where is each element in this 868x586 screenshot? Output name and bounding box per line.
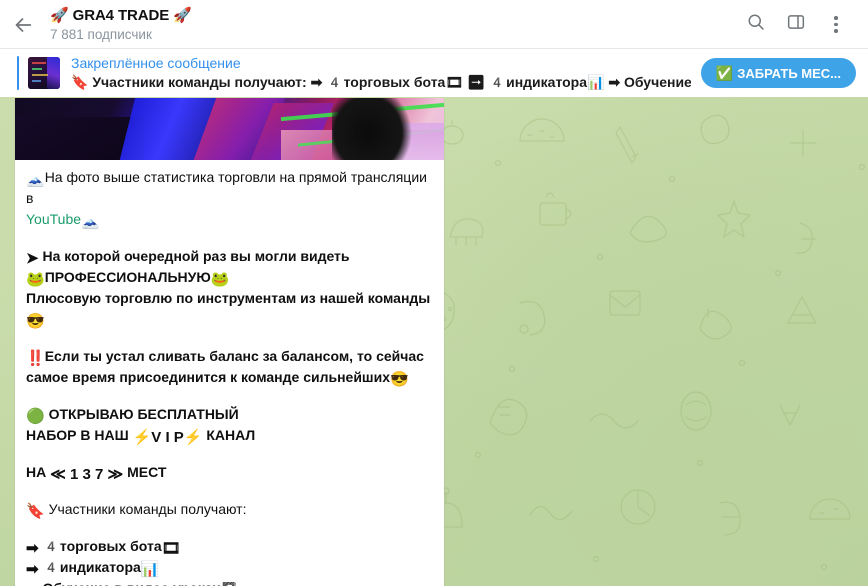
- green-circle-icon: 🟢: [26, 408, 45, 425]
- mountain-icon: 🗻: [81, 213, 100, 230]
- pinned-preview-emoji: 🔖: [71, 74, 93, 90]
- line-text: НА: [26, 464, 51, 480]
- pinned-thumbnail[interactable]: [28, 57, 60, 89]
- film-frames-icon: 🎞: [161, 540, 181, 557]
- sidebar-toggle-button[interactable]: [776, 5, 816, 45]
- message-line: 🐸ПРОФЕССИОНАЛЬНУЮ🐸: [26, 267, 433, 288]
- list-item: ➡ 4️торговых бота🎞: [26, 536, 433, 557]
- back-button[interactable]: [0, 0, 46, 49]
- lightning-icon: ⚡: [183, 429, 203, 446]
- message-line: YouTube🗻: [26, 209, 433, 230]
- line-text: Плюсовую торговлю по инструментам из наш…: [26, 290, 431, 306]
- message-line: НА ≪ 1 3 7 ≫ МЕСТ: [26, 462, 433, 483]
- message-line: ➤ На которой очередной раз вы могли виде…: [26, 246, 433, 267]
- message-paragraph-3: ‼️Если ты устал сливать баланс за баланс…: [26, 346, 433, 388]
- line-text: НАБОР В НАШ: [26, 427, 133, 443]
- chat-title-block[interactable]: 🚀 GRA4 TRADE 🚀 7 881 подписчик: [46, 6, 736, 43]
- chat-message-area: 🗻На фото выше статистика торговли на пря…: [0, 97, 868, 586]
- pinned-message-label: Закреплённое сообщение: [71, 55, 241, 71]
- bookmark-icon: 🔖: [26, 503, 45, 520]
- page-title: 🚀 GRA4 TRADE 🚀: [50, 7, 192, 24]
- message-line: ‼️Если ты устал сливать баланс за баланс…: [26, 346, 433, 367]
- more-menu-button[interactable]: [816, 5, 856, 45]
- list-item: ➡ 4️индикатора📊: [26, 557, 433, 578]
- search-icon: [746, 12, 766, 37]
- telegram-chat-window: 🚀 GRA4 TRADE 🚀 7 881 подписчик Закреплён…: [0, 0, 868, 586]
- message-line: самое время присоединится к команде силь…: [26, 367, 433, 388]
- pepe-frog-icon: 🐸: [26, 271, 45, 288]
- message-line: 🗻На фото выше статистика торговли на пря…: [26, 167, 433, 209]
- claim-button[interactable]: ✅ ЗАБРАТЬ МЕС...: [700, 58, 856, 88]
- line-text: На которой очередной раз вы могли видеть: [42, 248, 350, 264]
- header-divider: [0, 48, 868, 49]
- line-text: КАНАЛ: [202, 427, 256, 443]
- mountain-icon: 🗻: [26, 171, 45, 188]
- bar-chart-icon: 📊: [140, 561, 160, 578]
- message-paragraph-5: НА ≪ 1 3 7 ≫ МЕСТ: [26, 462, 433, 483]
- search-button[interactable]: [736, 5, 776, 45]
- message-line: НАБОР В НАШ ⚡ V I P ⚡ КАНАЛ: [26, 425, 433, 446]
- line-text: МЕСТ: [123, 464, 167, 480]
- arrow-left-icon: [12, 14, 34, 36]
- pepe-frog-icon: 🐸: [210, 271, 230, 288]
- list-item-label: 4️торговых бота: [42, 538, 162, 554]
- claim-button-label: ЗАБРАТЬ МЕС...: [737, 65, 841, 81]
- check-mark-icon: ✅: [715, 65, 734, 81]
- line-text: ОТКРЫВАЮ БЕСПЛАТНЫЙ: [48, 406, 239, 422]
- line-text: На фото выше статистика торговли на прям…: [26, 169, 427, 206]
- list-item: ➡ Обучение в видео уроках📓: [26, 578, 433, 586]
- message-paragraph-4: 🟢 ОТКРЫВАЮ БЕСПЛАТНЫЙ НАБОР В НАШ ⚡ V I …: [26, 404, 433, 446]
- places-count-icon: ≪ 1 3 7 ≫: [50, 466, 124, 483]
- message-benefits-list: ➡ 4️торговых бота🎞 ➡ 4️индикатора📊 ➡ Обу…: [26, 536, 433, 586]
- pinned-message-bar[interactable]: Закреплённое сообщение 🔖 Участники коман…: [0, 49, 868, 97]
- pinned-accent-line: [17, 56, 19, 90]
- arrow-right-green-icon: ➤: [26, 250, 39, 267]
- lightning-icon: ⚡: [132, 429, 152, 446]
- message-text-body: 🗻На фото выше статистика торговли на пря…: [15, 160, 444, 586]
- line-text: Если ты устал сливать баланс за балансом…: [44, 348, 424, 364]
- double-exclamation-icon: ‼️: [26, 350, 45, 367]
- message-paragraph-6: 🔖 Участники команды получают:: [26, 499, 433, 520]
- message-line: 🟢 ОТКРЫВАЮ БЕСПЛАТНЫЙ: [26, 404, 433, 425]
- chat-header: 🚀 GRA4 TRADE 🚀 7 881 подписчик: [0, 0, 868, 49]
- message-line: 🔖 Участники команды получают:: [26, 499, 433, 520]
- pinned-message-preview: 🔖 Участники команды получают: ➡ 4️торгов…: [71, 73, 691, 92]
- sidebar-toggle-icon: [786, 12, 806, 37]
- list-item-label: Обучение в видео уроках: [42, 580, 220, 586]
- arrow-right-icon: ➡: [26, 540, 39, 557]
- chat-message-bubble[interactable]: 🗻На фото выше статистика торговли на пря…: [15, 98, 444, 586]
- line-text: Участники команды получают:: [48, 501, 247, 517]
- header-actions: [736, 0, 868, 49]
- message-paragraph-1: 🗻На фото выше статистика торговли на пря…: [26, 167, 433, 230]
- message-paragraph-2: ➤ На которой очередной раз вы могли виде…: [26, 246, 433, 330]
- sunglasses-frog-icon: 😎: [390, 371, 409, 388]
- sunglasses-frog-icon: 😎: [26, 313, 45, 330]
- pinned-text-block[interactable]: Закреплённое сообщение 🔖 Участники коман…: [71, 54, 691, 92]
- line-text: ПРОФЕССИОНАЛЬНУЮ: [44, 269, 211, 285]
- youtube-link[interactable]: YouTube: [26, 211, 81, 227]
- list-item-label: 4️индикатора: [42, 559, 141, 575]
- more-menu-icon: [834, 16, 838, 33]
- arrow-right-icon: ➡: [26, 561, 39, 578]
- pinned-preview-text: Участники команды получают: ➡ 4️торговых…: [92, 74, 691, 90]
- subscriber-count: 7 881 подписчик: [50, 27, 152, 42]
- message-photo[interactable]: [15, 98, 444, 160]
- line-text: самое время присоединится к команде силь…: [26, 369, 390, 385]
- vip-letters-icon: V I P: [151, 429, 184, 446]
- message-line: Плюсовую торговлю по инструментам из наш…: [26, 288, 433, 330]
